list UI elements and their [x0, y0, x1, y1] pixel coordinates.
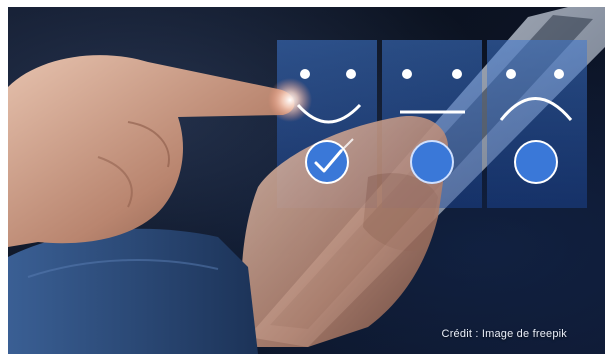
- rating-button-sad[interactable]: [514, 140, 558, 184]
- photo-credit: Crédit : Image de freepik: [441, 328, 567, 340]
- rating-button-neutral[interactable]: [410, 140, 454, 184]
- touch-glow: [268, 78, 312, 122]
- image-frame: Crédit : Image de freepik: [0, 0, 611, 360]
- photo-illustration: [8, 7, 605, 354]
- customer-satisfaction-photo: Crédit : Image de freepik: [8, 7, 605, 354]
- denim-sleeve: [8, 228, 258, 354]
